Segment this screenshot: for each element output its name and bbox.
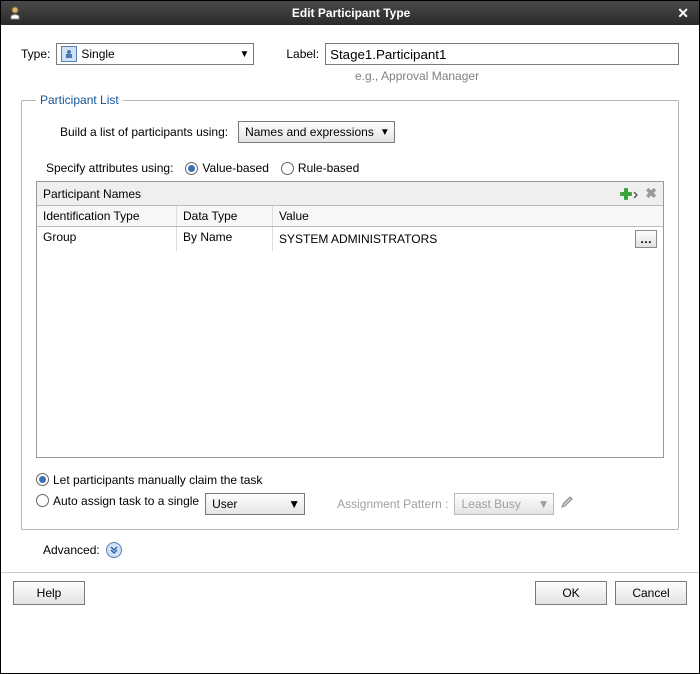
type-value: Single [81,47,114,61]
specify-label: Specify attributes using: [46,161,173,175]
table-title: Participant Names [43,187,141,201]
table-header: Identification Type Data Type Value [37,206,663,227]
dialog-footer: Help OK Cancel [1,572,699,613]
col-value: Value [273,206,663,226]
auto-assign-label: Auto assign task to a single [53,494,199,508]
titlebar: Edit Participant Type ✕ [1,1,699,25]
build-label: Build a list of participants using: [60,125,228,139]
build-method-select[interactable]: Names and expressions ▼ [238,121,395,143]
col-data-type: Data Type [177,206,273,226]
type-label: Type: [21,47,50,61]
type-select[interactable]: Single ▼ [56,43,254,65]
single-type-icon [61,46,77,62]
help-button[interactable]: Help [13,581,85,605]
row-value-cell: SYSTEM ADMINISTRATORS … [273,227,663,251]
specify-attrib-row: Specify attributes using: Value-based Ru… [46,161,664,175]
assignment-pattern-select: Least Busy ▼ [454,493,554,515]
chevron-down-icon: ▼ [288,497,300,511]
participant-table: Participant Names ✖ Identification Type … [36,181,664,458]
expand-down-icon[interactable] [106,542,122,558]
radio-dot-icon [185,162,198,175]
radio-circle-icon [36,494,49,507]
col-id-type: Identification Type [37,206,177,226]
table-row[interactable]: Group By Name SYSTEM ADMINISTRATORS … [37,227,663,251]
claim-section: Let participants manually claim the task… [36,472,664,515]
type-label-row: Type: Single ▼ Label: [21,43,679,65]
assignment-pattern-value: Least Busy [461,497,520,511]
participant-list-fieldset: Participant List Build a list of partici… [21,93,679,530]
cancel-button[interactable]: Cancel [615,581,687,605]
window-title: Edit Participant Type [29,6,673,20]
auto-assign-target-value: User [212,497,237,511]
row-idtype: Group [37,227,177,251]
dialog-body: Type: Single ▼ Label: e.g., Approval Man… [1,25,699,572]
advanced-label: Advanced: [43,543,100,557]
table-title-bar: Participant Names ✖ [37,182,663,206]
build-row: Build a list of participants using: Name… [60,121,664,143]
radio-dot-icon [36,473,49,486]
auto-assign-target-select[interactable]: User ▼ [205,493,305,515]
label-input[interactable] [325,43,679,65]
row-browse-button[interactable]: … [635,230,657,248]
manual-claim-label: Let participants manually claim the task [53,473,262,487]
radio-rule-based-label: Rule-based [298,161,359,175]
chevron-down-icon: ▼ [538,497,550,511]
ok-button[interactable]: OK [535,581,607,605]
add-row-button[interactable] [621,187,639,201]
row-value: SYSTEM ADMINISTRATORS [279,232,437,246]
radio-circle-icon [281,162,294,175]
radio-auto-assign[interactable]: Auto assign task to a single [36,494,199,508]
delete-row-button[interactable]: ✖ [645,185,657,202]
app-icon [7,5,23,21]
table-body: Group By Name SYSTEM ADMINISTRATORS … [37,227,663,457]
radio-value-based[interactable]: Value-based [185,161,269,175]
participant-list-legend: Participant List [36,93,123,107]
chevron-down-icon: ▼ [239,49,249,60]
advanced-row[interactable]: Advanced: [43,542,679,558]
radio-value-based-label: Value-based [202,161,269,175]
label-label: Label: [286,47,319,61]
radio-manual-claim[interactable]: Let participants manually claim the task [36,473,262,487]
edit-pattern-icon[interactable] [560,495,574,512]
chevron-down-icon: ▼ [380,127,390,138]
label-hint: e.g., Approval Manager [355,69,679,83]
build-method-value: Names and expressions [245,125,374,139]
assignment-pattern-label: Assignment Pattern : [337,497,448,511]
close-icon[interactable]: ✕ [673,5,693,22]
row-datatype: By Name [177,227,273,251]
radio-rule-based[interactable]: Rule-based [281,161,359,175]
